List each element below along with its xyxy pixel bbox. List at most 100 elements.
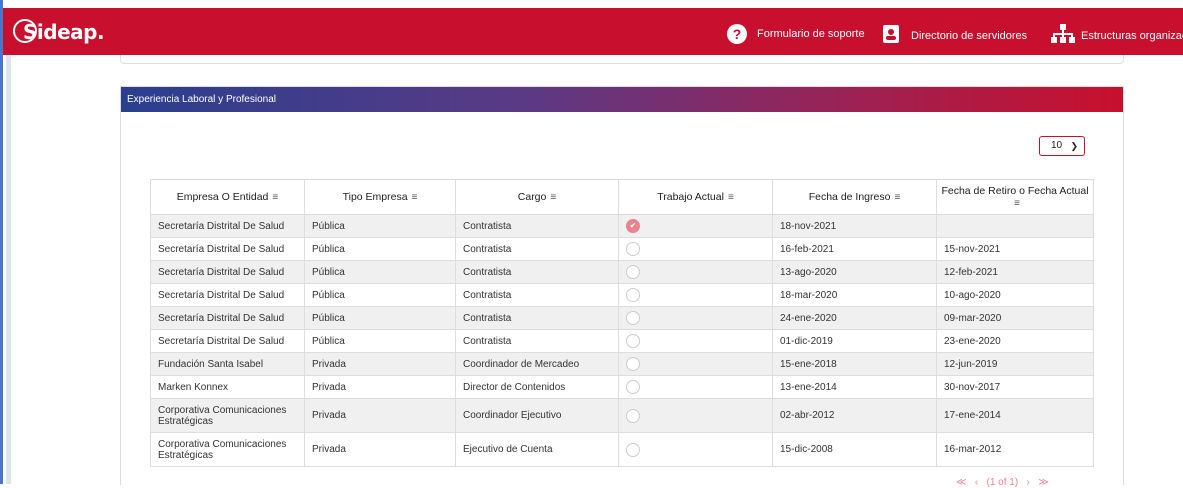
window-frame-left bbox=[0, 0, 3, 484]
table-row[interactable]: Secretaría Distrital De Salud Pública Cont… bbox=[150, 260, 1094, 284]
cell-tipo: Privada bbox=[304, 375, 456, 399]
table-row[interactable]: Secretaría Distrital De Salud Pública Cont… bbox=[150, 283, 1094, 307]
app-logo[interactable]: Sideap. bbox=[13, 19, 105, 44]
unchecked-circle-icon bbox=[626, 311, 640, 325]
cell-ingreso: 18-nov-2021 bbox=[772, 214, 937, 238]
experiencia-panel: Experiencia Laboral y Profesional 10 ❯ E… bbox=[120, 86, 1124, 488]
cell-ingreso: 13-ene-2014 bbox=[772, 375, 937, 399]
nav-directorio-servidores-label: Directorio de servidores bbox=[911, 29, 1028, 42]
sort-icon[interactable]: ≡ bbox=[1014, 198, 1020, 209]
sort-icon[interactable]: ≡ bbox=[412, 192, 418, 203]
cell-ingreso: 24-ene-2020 bbox=[772, 306, 937, 330]
sort-icon[interactable]: ≡ bbox=[272, 192, 278, 203]
cell-empresa: Secretaría Distrital De Salud bbox=[150, 329, 305, 353]
cell-ingreso: 16-feb-2021 bbox=[772, 237, 937, 261]
table-row[interactable]: Corporativa Comunicaciones Estratégicas P… bbox=[150, 398, 1094, 433]
cell-cargo: Coordinador Ejecutivo bbox=[455, 398, 619, 433]
page-report: (1 of 1) bbox=[986, 477, 1019, 488]
cell-actual bbox=[618, 375, 773, 399]
col-empresa-header[interactable]: Empresa O Entidad ≡ bbox=[150, 179, 305, 215]
cell-empresa: Secretaría Distrital De Salud bbox=[150, 306, 305, 330]
cell-ingreso: 15-dic-2008 bbox=[772, 432, 937, 467]
cell-tipo: Pública bbox=[304, 283, 456, 307]
nav-directorio-servidores[interactable]: Directorio de servidores bbox=[881, 24, 1027, 47]
table-row[interactable]: Secretaría Distrital De Salud Pública Cont… bbox=[150, 329, 1094, 353]
cell-retiro: 17-ene-2014 bbox=[936, 398, 1094, 433]
cell-actual bbox=[618, 329, 773, 353]
sort-icon[interactable]: ≡ bbox=[550, 192, 556, 203]
cell-tipo: Pública bbox=[304, 214, 456, 238]
unchecked-circle-icon bbox=[626, 334, 640, 348]
sort-icon[interactable]: ≡ bbox=[894, 192, 900, 203]
unchecked-circle-icon bbox=[626, 265, 640, 279]
panel-title: Experiencia Laboral y Profesional bbox=[121, 87, 1123, 112]
cell-ingreso: 01-dic-2019 bbox=[772, 329, 937, 353]
cell-actual bbox=[618, 432, 773, 467]
cell-actual bbox=[618, 283, 773, 307]
cell-empresa: Secretaría Distrital De Salud bbox=[150, 237, 305, 261]
cell-actual bbox=[618, 398, 773, 433]
col-actual-label: Trabajo Actual bbox=[657, 191, 724, 203]
cell-empresa: Secretaría Distrital De Salud bbox=[150, 260, 305, 284]
col-tipo-label: Tipo Empresa bbox=[342, 191, 408, 203]
cell-retiro: 09-mar-2020 bbox=[936, 306, 1094, 330]
page-size-value: 10 bbox=[1051, 140, 1063, 151]
first-page-icon[interactable]: ≪ bbox=[956, 477, 966, 488]
table-row[interactable]: Marken Konnex Privada Director de Contenid… bbox=[150, 375, 1094, 399]
logo-text: Sideap. bbox=[23, 20, 105, 44]
table-row[interactable]: Secretaría Distrital De Salud Pública Cont… bbox=[150, 237, 1094, 261]
col-cargo-header[interactable]: Cargo ≡ bbox=[455, 179, 619, 215]
table-header-row: Empresa O Entidad ≡ Tipo Empresa ≡ Cargo ≡ … bbox=[150, 179, 1094, 215]
cell-cargo: Coordinador de Mercadeo bbox=[455, 352, 619, 376]
cell-cargo: Contratista bbox=[455, 306, 619, 330]
sort-icon[interactable]: ≡ bbox=[728, 192, 734, 203]
unchecked-circle-icon bbox=[626, 408, 640, 423]
cell-empresa: Corporativa Comunicaciones Estratégicas bbox=[150, 398, 305, 433]
col-retiro-label: Fecha de Retiro o Fecha Actual bbox=[941, 185, 1089, 197]
table-row[interactable]: Secretaría Distrital De Salud Pública Cont… bbox=[150, 214, 1094, 238]
table-row[interactable]: Fundación Santa Isabel Privada Coordinador… bbox=[150, 352, 1094, 376]
nav-formulario-soporte[interactable]: ? Formulario de soporte bbox=[727, 24, 865, 44]
next-page-icon[interactable]: › bbox=[1027, 477, 1030, 488]
page-size-select[interactable]: 10 ❯ bbox=[1039, 136, 1085, 156]
help-question-icon: ? bbox=[727, 24, 747, 44]
col-retiro-header[interactable]: Fecha de Retiro o Fecha Actual ≡ bbox=[936, 179, 1094, 215]
col-actual-header[interactable]: Trabajo Actual ≡ bbox=[618, 179, 773, 215]
table-row[interactable]: Corporativa Comunicaciones Estratégicas P… bbox=[150, 432, 1094, 467]
cell-retiro: 15-nov-2021 bbox=[936, 237, 1094, 261]
prev-page-icon[interactable]: ‹ bbox=[975, 477, 978, 488]
col-tipo-header[interactable]: Tipo Empresa ≡ bbox=[304, 179, 456, 215]
cell-tipo: Pública bbox=[304, 329, 456, 353]
nav-estructuras-organizacionales[interactable]: Estructuras organizaci bbox=[1051, 24, 1183, 47]
cell-actual bbox=[618, 260, 773, 284]
col-ingreso-header[interactable]: Fecha de Ingreso ≡ bbox=[772, 179, 937, 215]
cell-retiro: 23-ene-2020 bbox=[936, 329, 1094, 353]
cell-actual bbox=[618, 237, 773, 261]
cell-retiro: 12-jun-2019 bbox=[936, 352, 1094, 376]
cell-cargo: Contratista bbox=[455, 260, 619, 284]
cell-empresa: Secretaría Distrital De Salud bbox=[150, 283, 305, 307]
cell-cargo: Contratista bbox=[455, 237, 619, 261]
col-ingreso-label: Fecha de Ingreso bbox=[808, 191, 891, 203]
chevron-down-icon: ❯ bbox=[1070, 141, 1078, 151]
cell-tipo: Privada bbox=[304, 398, 456, 433]
cell-retiro: 10-ago-2020 bbox=[936, 283, 1094, 307]
cell-tipo: Pública bbox=[304, 306, 456, 330]
col-cargo-label: Cargo bbox=[517, 191, 547, 203]
cell-retiro: 16-mar-2012 bbox=[936, 432, 1094, 467]
unchecked-circle-icon bbox=[626, 288, 640, 302]
nav-formulario-soporte-label: Formulario de soporte bbox=[757, 28, 865, 40]
experience-table: Empresa O Entidad ≡ Tipo Empresa ≡ Cargo ≡ … bbox=[150, 179, 1094, 467]
table-body: Secretaría Distrital De Salud Pública Cont… bbox=[150, 214, 1094, 467]
previous-card-bottom bbox=[120, 55, 1124, 64]
cell-actual bbox=[618, 352, 773, 376]
table-row[interactable]: Secretaría Distrital De Salud Pública Cont… bbox=[150, 306, 1094, 330]
cell-ingreso: 02-abr-2012 bbox=[772, 398, 937, 433]
cell-ingreso: 15-ene-2018 bbox=[772, 352, 937, 376]
cell-tipo: Privada bbox=[304, 432, 456, 467]
last-page-icon[interactable]: ≫ bbox=[1038, 477, 1048, 488]
cell-tipo: Pública bbox=[304, 237, 456, 261]
cell-retiro: 12-feb-2021 bbox=[936, 260, 1094, 284]
checked-check-icon: ✔ bbox=[626, 219, 640, 233]
cell-empresa: Fundación Santa Isabel bbox=[150, 352, 305, 376]
